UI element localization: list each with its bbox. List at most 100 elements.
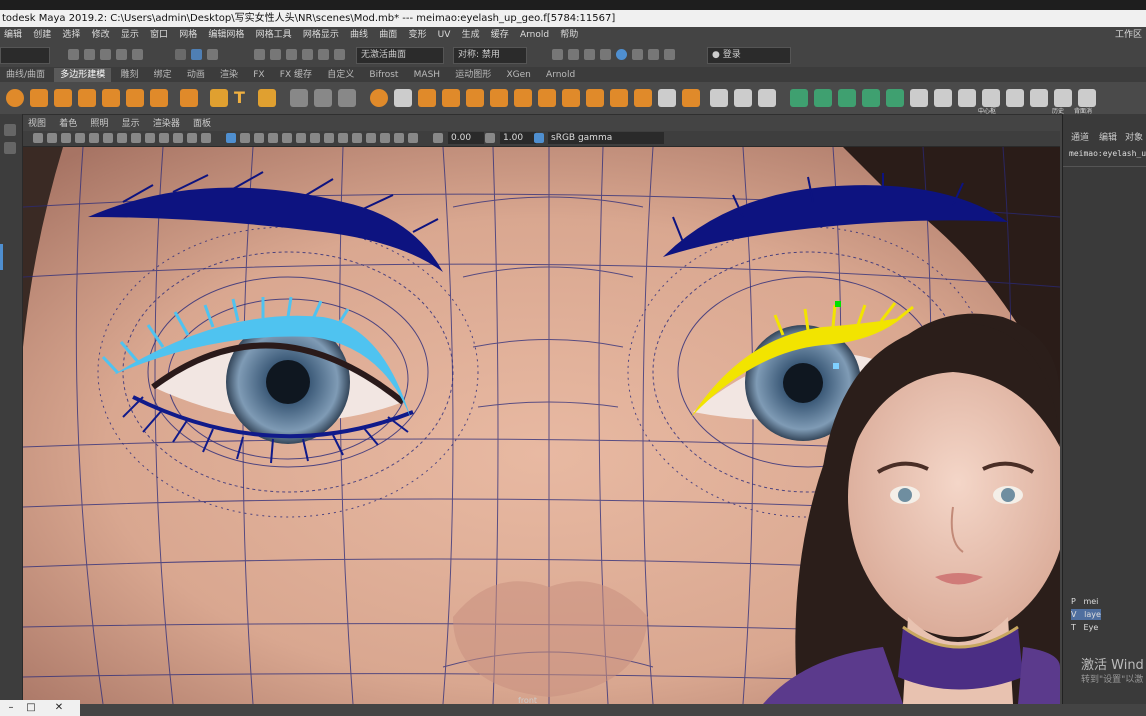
- shelf-tab-motion-graphics[interactable]: 运动图形: [449, 68, 497, 83]
- backface-icon[interactable]: [1078, 89, 1096, 107]
- platonic-solid-icon[interactable]: [180, 89, 198, 107]
- live-surface-field[interactable]: 无激活曲面: [356, 47, 444, 64]
- shelf-tab-curves[interactable]: 曲线/曲面: [0, 68, 51, 83]
- shelf-tab-fx[interactable]: FX: [247, 68, 270, 83]
- menu-surfaces[interactable]: 曲面: [375, 27, 401, 43]
- bridge-icon[interactable]: [514, 89, 532, 107]
- menu-mesh[interactable]: 网格: [175, 27, 201, 43]
- freeze-icon[interactable]: [1006, 89, 1024, 107]
- uv-spherical-icon[interactable]: [838, 89, 856, 107]
- snap-grid-icon[interactable]: [254, 49, 265, 60]
- viewport[interactable]: front: [23, 147, 1060, 704]
- merge-icon[interactable]: [610, 89, 628, 107]
- undo-icon[interactable]: [116, 49, 127, 60]
- pin-icon[interactable]: [758, 89, 776, 107]
- camera-select-icon[interactable]: [33, 133, 43, 143]
- combine-icon[interactable]: [314, 89, 332, 107]
- menu-select[interactable]: 选择: [58, 27, 84, 43]
- uv-auto-icon[interactable]: [862, 89, 880, 107]
- camera-attr-icon[interactable]: [47, 133, 57, 143]
- selected-node-name[interactable]: meimao:eyelash_u: [1069, 149, 1146, 158]
- lattice-icon[interactable]: [734, 89, 752, 107]
- depth-of-field-icon[interactable]: [352, 133, 362, 143]
- menu-create[interactable]: 创建: [29, 27, 55, 43]
- sew-uv-icon[interactable]: [958, 89, 976, 107]
- ambient-occlusion-icon[interactable]: [310, 133, 320, 143]
- type-tool-icon[interactable]: T: [234, 89, 252, 107]
- fill-hole-icon[interactable]: [466, 89, 484, 107]
- color-space-dropdown[interactable]: sRGB gamma: [548, 132, 664, 144]
- image-plane-icon[interactable]: [75, 133, 85, 143]
- shelf-tab-rendering[interactable]: 渲染: [214, 68, 244, 83]
- grid-toggle-icon[interactable]: [89, 133, 99, 143]
- extrude-icon[interactable]: [490, 89, 508, 107]
- boolean-icon[interactable]: [394, 89, 412, 107]
- maximize-icon[interactable]: □: [22, 701, 40, 715]
- layer-row[interactable]: P mei: [1071, 596, 1098, 607]
- shelf-tab-bifrost[interactable]: Bifrost: [363, 68, 404, 83]
- save-scene-icon[interactable]: [100, 49, 111, 60]
- lights-icon[interactable]: [282, 133, 292, 143]
- bookmark-icon[interactable]: [61, 133, 71, 143]
- xray-active-icon[interactable]: [394, 133, 404, 143]
- ipr-render-icon[interactable]: [568, 49, 579, 60]
- manipulator-center[interactable]: [833, 363, 839, 369]
- vp-menu-panels[interactable]: 面板: [188, 117, 216, 132]
- component-mode-icon[interactable]: [191, 49, 202, 60]
- shelf-tab-fx-cache[interactable]: FX 缓存: [274, 68, 318, 83]
- poly-cylinder-icon[interactable]: [54, 89, 72, 107]
- menu-generate[interactable]: 生成: [458, 27, 484, 43]
- gate-mask-icon[interactable]: [131, 133, 141, 143]
- layer-row-selected[interactable]: V laye: [1071, 609, 1101, 620]
- reset-icon[interactable]: [1030, 89, 1048, 107]
- remesh-icon[interactable]: [418, 89, 436, 107]
- arnold-render-icon[interactable]: [616, 49, 627, 60]
- insert-edge-loop-icon[interactable]: [682, 89, 700, 107]
- append-icon[interactable]: [562, 89, 580, 107]
- layer-row[interactable]: T Eye: [1071, 622, 1098, 633]
- snap-surface-icon[interactable]: [318, 49, 329, 60]
- poly-cone-icon[interactable]: [78, 89, 96, 107]
- vp-menu-view[interactable]: 视图: [23, 117, 51, 132]
- tab-object[interactable]: 对象: [1125, 130, 1143, 143]
- menu-mesh-display[interactable]: 网格显示: [299, 27, 343, 43]
- mirror-icon[interactable]: [290, 89, 308, 107]
- uv-cylindrical-icon[interactable]: [814, 89, 832, 107]
- menu-display[interactable]: 显示: [117, 27, 143, 43]
- exposure-icon[interactable]: [433, 133, 443, 143]
- backface-cull-icon[interactable]: [408, 133, 418, 143]
- uv-planar-icon[interactable]: [790, 89, 808, 107]
- minimize-icon[interactable]: –: [2, 701, 20, 715]
- symmetry-dropdown[interactable]: 对称: 禁用: [453, 47, 527, 64]
- anti-alias-icon[interactable]: [338, 133, 348, 143]
- snap-view-icon[interactable]: [302, 49, 313, 60]
- render-view-icon[interactable]: [632, 49, 643, 60]
- new-scene-icon[interactable]: [68, 49, 79, 60]
- shadows-icon[interactable]: [296, 133, 306, 143]
- object-mode-icon[interactable]: [207, 49, 218, 60]
- retopo-icon[interactable]: [442, 89, 460, 107]
- color-management-icon[interactable]: [534, 133, 544, 143]
- shelf-tab-poly[interactable]: 多边形建模: [54, 68, 112, 83]
- gamma-field[interactable]: 1.00: [500, 132, 536, 144]
- poly-cube-icon[interactable]: [30, 89, 48, 107]
- pause-icon[interactable]: [648, 49, 659, 60]
- snap-point-icon[interactable]: [286, 49, 297, 60]
- uv-editor-icon[interactable]: [910, 89, 928, 107]
- resolution-gate-icon[interactable]: [117, 133, 127, 143]
- select-mode-icon[interactable]: [175, 49, 186, 60]
- center-pivot-icon[interactable]: [982, 89, 1000, 107]
- close-icon[interactable]: ✕: [50, 701, 68, 715]
- xray-icon[interactable]: [201, 133, 211, 143]
- textured-icon[interactable]: [268, 133, 278, 143]
- quad-draw-icon[interactable]: [710, 89, 728, 107]
- menu-set-dropdown[interactable]: [0, 47, 50, 64]
- shelf-tab-arnold[interactable]: Arnold: [540, 68, 581, 83]
- menu-window[interactable]: 窗口: [146, 27, 172, 43]
- open-scene-icon[interactable]: [84, 49, 95, 60]
- safe-action-icon[interactable]: [159, 133, 169, 143]
- redo-icon[interactable]: [132, 49, 143, 60]
- tab-edit[interactable]: 编辑: [1099, 130, 1117, 143]
- lasso-tool-icon[interactable]: [4, 142, 16, 154]
- gamma-icon[interactable]: [485, 133, 495, 143]
